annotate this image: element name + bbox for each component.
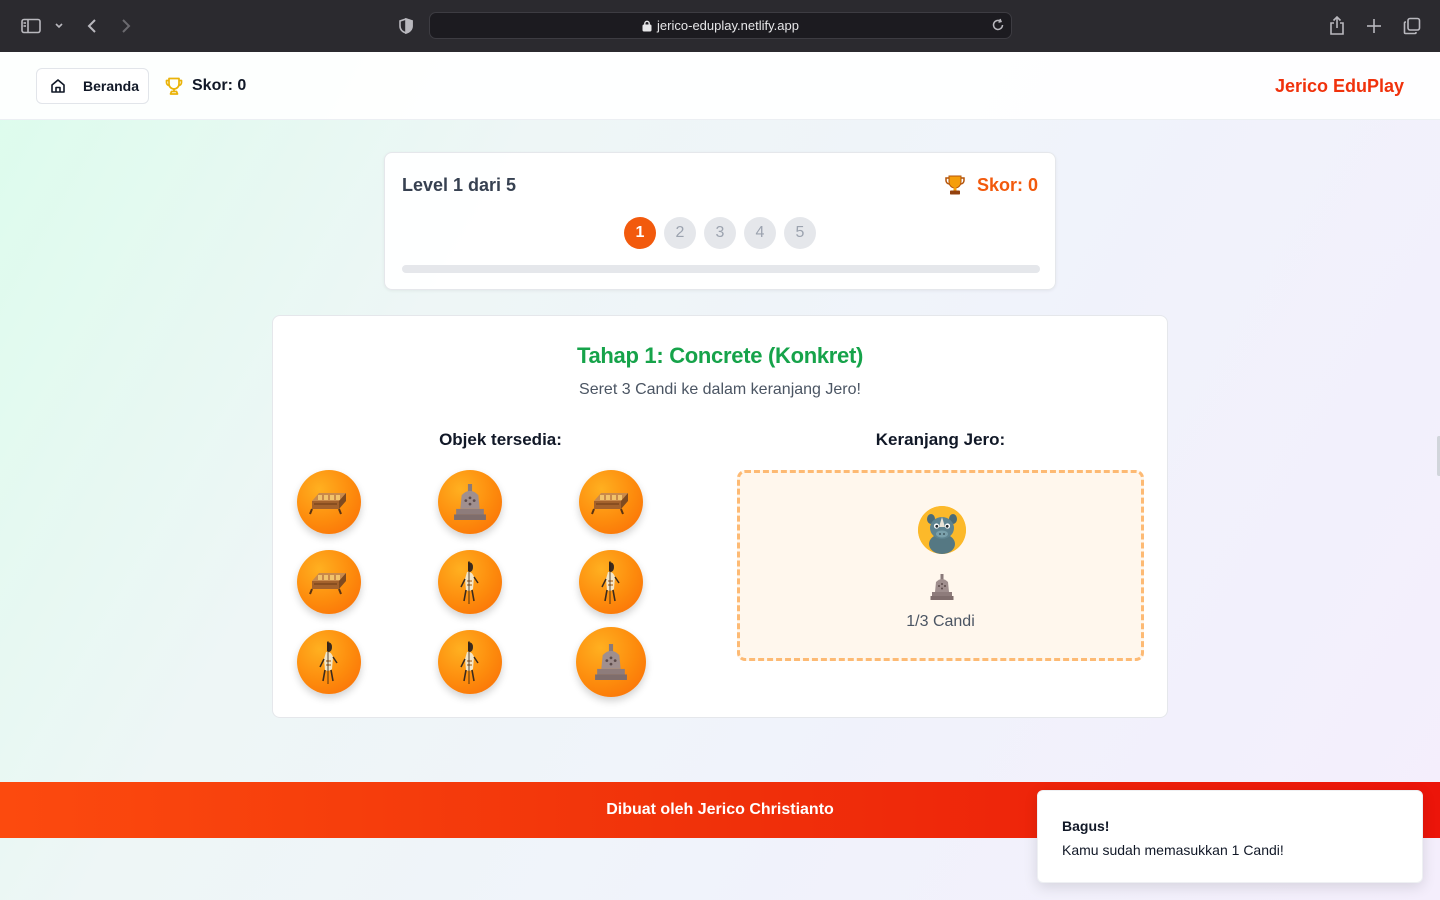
- draggable-object-wayang-icon[interactable]: [297, 630, 361, 694]
- basket-dropzone[interactable]: 1/3 Candi: [737, 470, 1144, 661]
- stage-instruction: Seret 3 Candi ke dalam keranjang Jero!: [579, 381, 861, 398]
- wayang-icon: [597, 559, 625, 605]
- level-score: Skor: 0: [943, 173, 1038, 197]
- trophy-icon: [165, 77, 183, 95]
- privacy-shield-icon[interactable]: [398, 14, 414, 38]
- new-tab-icon[interactable]: [1365, 14, 1383, 38]
- home-button-label: Beranda: [83, 78, 140, 94]
- level-step-5: 5: [784, 217, 816, 249]
- level-step-1: 1: [624, 217, 656, 249]
- level-step-3: 3: [704, 217, 736, 249]
- basket-heading: Keranjang Jero:: [875, 430, 1006, 449]
- draggable-object-wayang-icon[interactable]: [438, 550, 502, 614]
- page: Beranda Skor: 0 Jerico EduPlay Level 1 d…: [0, 52, 1440, 900]
- objects-heading: Objek tersedia:: [439, 430, 562, 449]
- draggable-object-gamelan-icon[interactable]: [297, 470, 361, 534]
- draggable-object-wayang-icon[interactable]: [438, 630, 502, 694]
- gamelan-icon: [591, 487, 631, 517]
- home-icon: [51, 79, 65, 93]
- draggable-object-candi-icon[interactable]: [576, 627, 646, 697]
- brand-logo-text[interactable]: Jerico EduPlay: [1275, 76, 1404, 97]
- share-icon[interactable]: [1328, 14, 1346, 38]
- level-title: Level 1 dari 5: [402, 175, 517, 195]
- toast-message: Kamu sudah memasukkan 1 Candi!: [1062, 842, 1284, 858]
- tab-overview-icon[interactable]: [1402, 14, 1422, 38]
- stage-title: Tahap 1: Concrete (Konkret): [576, 343, 864, 368]
- level-progress-bar: [402, 265, 1040, 273]
- basket-count: 1/3 Candi: [906, 613, 975, 630]
- lock-icon: [642, 20, 652, 32]
- level-step-2: 2: [664, 217, 696, 249]
- sidebar-toggle-icon[interactable]: [20, 14, 42, 38]
- candi-icon: [593, 642, 629, 682]
- toast-title: Bagus!: [1062, 818, 1110, 834]
- reload-icon[interactable]: [991, 18, 1005, 35]
- level-score-label: Skor: 0: [976, 174, 1038, 195]
- wayang-icon: [315, 639, 343, 685]
- rhino-mascot-icon: [918, 506, 966, 554]
- forward-arrow-icon[interactable]: [118, 14, 134, 38]
- draggable-object-gamelan-icon[interactable]: [579, 470, 643, 534]
- candi-icon: [452, 482, 488, 522]
- url-text: jerico-eduplay.netlify.app: [657, 18, 799, 33]
- home-button[interactable]: Beranda: [36, 68, 149, 104]
- level-progress-card: Level 1 dari 5 Skor: 0 1 2 3 4 5: [384, 152, 1056, 290]
- wayang-icon: [456, 639, 484, 685]
- level-steps: 1 2 3 4 5: [624, 217, 816, 249]
- notification-toast[interactable]: Bagus! Kamu sudah memasukkan 1 Candi!: [1037, 790, 1423, 883]
- top-navigation-bar: Beranda Skor: 0 Jerico EduPlay: [0, 52, 1440, 120]
- draggable-object-candi-icon[interactable]: [438, 470, 502, 534]
- chevron-down-icon[interactable]: [53, 14, 65, 38]
- game-card: Tahap 1: Concrete (Konkret) Seret 3 Cand…: [272, 315, 1168, 718]
- draggable-object-gamelan-icon[interactable]: [297, 550, 361, 614]
- level-step-4: 4: [744, 217, 776, 249]
- back-arrow-icon[interactable]: [84, 14, 100, 38]
- header-score-label: Skor: 0: [192, 77, 247, 94]
- header-score: Skor: 0: [164, 76, 246, 96]
- address-bar[interactable]: jerico-eduplay.netlify.app: [429, 12, 1012, 39]
- browser-chrome: jerico-eduplay.netlify.app: [0, 0, 1440, 52]
- gamelan-icon: [309, 487, 349, 517]
- gamelan-icon: [309, 567, 349, 597]
- footer-credit: Dibuat oleh Jerico Christianto: [606, 801, 834, 818]
- wayang-icon: [456, 559, 484, 605]
- draggable-object-wayang-icon[interactable]: [579, 550, 643, 614]
- basket-candi-icon: [929, 573, 955, 606]
- trophy-icon: [945, 175, 965, 195]
